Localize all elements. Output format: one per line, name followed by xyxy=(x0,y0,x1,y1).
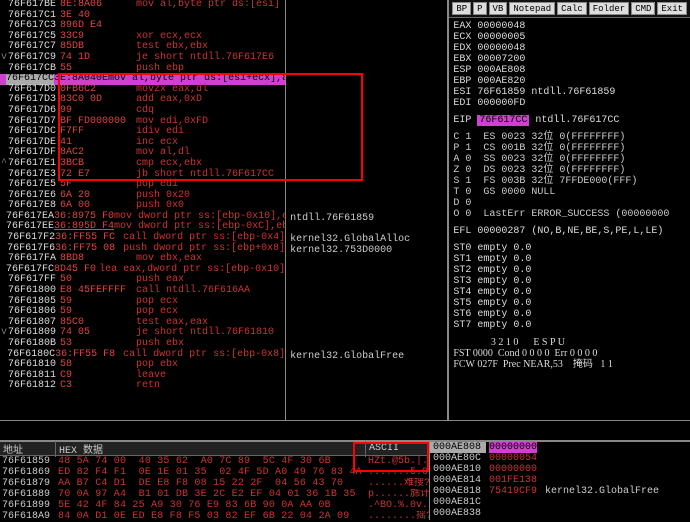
disasm-comment: kernel32.GlobalFree xyxy=(290,351,404,362)
toolbar-exit-button[interactable]: Exit xyxy=(657,2,687,15)
disasm-row[interactable]: v76F617C974 1Dje short ntdll.76F617E6 xyxy=(0,53,285,64)
fpu-line[interactable]: ST6 empty 0.0 xyxy=(453,309,686,320)
disassembly-pane[interactable]: 76F617BE8E:8A06mov al,byte ptr ds:[esi] … xyxy=(0,0,286,435)
stack-row[interactable]: 000AE81875419CF9kernel32.GlobalFree xyxy=(430,486,690,497)
flag-line[interactable]: O 0 LastErr ERROR_SUCCESS (00000000 xyxy=(453,209,686,220)
toolbar: BPPVBNotepadCalcFolderCMDExit xyxy=(449,0,690,18)
fpu-line[interactable]: ST1 empty 0.0 xyxy=(453,254,686,265)
fpu-line[interactable]: ST2 empty 0.0 xyxy=(453,265,686,276)
reg-edx[interactable]: EDX 00000048 xyxy=(453,43,686,54)
toolbar-calc-button[interactable]: Calc xyxy=(557,2,587,15)
stack-row[interactable]: 000AE838 xyxy=(430,508,690,519)
flag-line[interactable]: A 0 SS 0023 32位 0(FFFFFFFF) xyxy=(453,154,686,165)
reg-ecx[interactable]: ECX 00000005 xyxy=(453,32,686,43)
disasm-row[interactable]: 76F617BE8E:8A06mov al,byte ptr ds:[esi] xyxy=(0,0,285,11)
toolbar-vb-button[interactable]: VB xyxy=(489,2,508,15)
dump-row[interactable]: 76F618995E 42 4F 84 25 A9 30 76 E9 83 6B… xyxy=(0,500,429,511)
stack-row[interactable]: 000AE81000000000 xyxy=(430,464,690,475)
flag-line[interactable]: S 1 FS 003B 32位 7FFDE000(FFF) xyxy=(453,176,686,187)
disasm-row[interactable]: 76F617D699cdq xyxy=(0,106,285,117)
fpu-status-line: FCW 027F Prec NEAR,53 掩码 1 1 xyxy=(453,359,686,370)
hex-dump-pane[interactable]: 地址 HEX 数据 ASCII 76F6185948 5A 74 00 40 3… xyxy=(0,442,430,520)
flag-line[interactable]: T 0 GS 0000 NULL xyxy=(453,187,686,198)
dump-col-addr: 地址 xyxy=(0,441,56,457)
reg-eip[interactable]: EIP 76F617CC ntdll.76F617CC xyxy=(453,115,686,126)
disasm-row[interactable]: 76F61812C3retn xyxy=(0,381,285,392)
disasm-comment: kernel32.GlobalAlloc xyxy=(290,234,410,245)
comments-pane[interactable]: ntdll.76F61859kernel32.GlobalAllockernel… xyxy=(286,0,448,435)
dump-row[interactable]: 76F61879AA B7 C4 D1 DE E8 F8 08 15 22 2F… xyxy=(0,478,429,489)
fpu-line[interactable]: ST5 empty 0.0 xyxy=(453,298,686,309)
dump-row[interactable]: 76F618A984 0A D1 0E ED E8 F8 F5 03 82 EF… xyxy=(0,511,429,522)
dump-row[interactable]: 76F6185948 5A 74 00 40 35 62 A0 7C 89 5C… xyxy=(0,456,429,467)
flag-line[interactable]: D 0 xyxy=(453,198,686,209)
flag-line[interactable]: C 1 ES 0023 32位 0(FFFFFFFF) xyxy=(453,132,686,143)
fpu-line[interactable]: ST4 empty 0.0 xyxy=(453,287,686,298)
efl-line[interactable]: EFL 00000287 (NO,B,NE,BE,S,PE,L,LE) xyxy=(453,226,686,237)
disasm-row[interactable]: 76F6180B53push ebx xyxy=(0,339,285,350)
toolbar-folder-button[interactable]: Folder xyxy=(589,2,629,15)
disasm-row[interactable]: ^76F617E13BCBcmp ecx,ebx xyxy=(0,159,285,170)
fpu-line[interactable]: ST0 empty 0.0 xyxy=(453,243,686,254)
reg-ebx[interactable]: EBX 00007200 xyxy=(453,54,686,65)
toolbar-p-button[interactable]: P xyxy=(473,2,486,15)
fpu-line[interactable]: ST7 empty 0.0 xyxy=(453,320,686,331)
disasm-comment: ntdll.76F61859 xyxy=(290,213,374,224)
dump-row[interactable]: 76F61869ED 82 F4 F1 0E 1E 01 35 02 4F 5D… xyxy=(0,467,429,478)
stack-row[interactable]: 000AE80800000000 xyxy=(430,442,690,453)
reg-edi[interactable]: EDI 000000FD xyxy=(453,98,686,109)
stack-pane[interactable]: 000AE80800000000000AE80C00000054000AE810… xyxy=(430,442,690,520)
stack-row[interactable]: 000AE814001FE138 xyxy=(430,475,690,486)
dump-row[interactable]: 76F6188970 0A 97 A4 B1 01 DB 3E 2C E2 EF… xyxy=(0,489,429,500)
fpu-line[interactable]: ST3 empty 0.0 xyxy=(453,276,686,287)
stack-row[interactable]: 000AE80C00000054 xyxy=(430,453,690,464)
fpu-status-line: 3 2 1 0 E S P U xyxy=(453,337,686,348)
dump-col-hex: HEX 数据 xyxy=(56,441,366,457)
dump-header: 地址 HEX 数据 ASCII xyxy=(0,442,429,456)
toolbar-cmd-button[interactable]: CMD xyxy=(631,2,655,15)
toolbar-notepad-button[interactable]: Notepad xyxy=(509,2,555,15)
registers-pane[interactable]: BPPVBNotepadCalcFolderCMDExit EAX 000000… xyxy=(448,0,690,435)
flag-line[interactable]: Z 0 DS 0023 32位 0(FFFFFFFF) xyxy=(453,165,686,176)
reg-eax[interactable]: EAX 00000048 xyxy=(453,21,686,32)
toolbar-bp-button[interactable]: BP xyxy=(452,2,471,15)
fpu-status-line: FST 0000 Cond 0 0 0 0 Err 0 0 0 0 xyxy=(453,348,686,359)
reg-ebp[interactable]: EBP 000AE820 xyxy=(453,76,686,87)
reg-esp[interactable]: ESP 000AE808 xyxy=(453,65,686,76)
reg-esi[interactable]: ESI 76F61859 ntdll.76F61859 xyxy=(453,87,686,98)
flag-line[interactable]: P 1 CS 001B 32位 0(FFFFFFFF) xyxy=(453,143,686,154)
stack-row[interactable]: 000AE81C xyxy=(430,497,690,508)
dump-col-ascii: ASCII xyxy=(366,443,429,454)
disasm-comment: kernel32.753D0000 xyxy=(290,245,392,256)
